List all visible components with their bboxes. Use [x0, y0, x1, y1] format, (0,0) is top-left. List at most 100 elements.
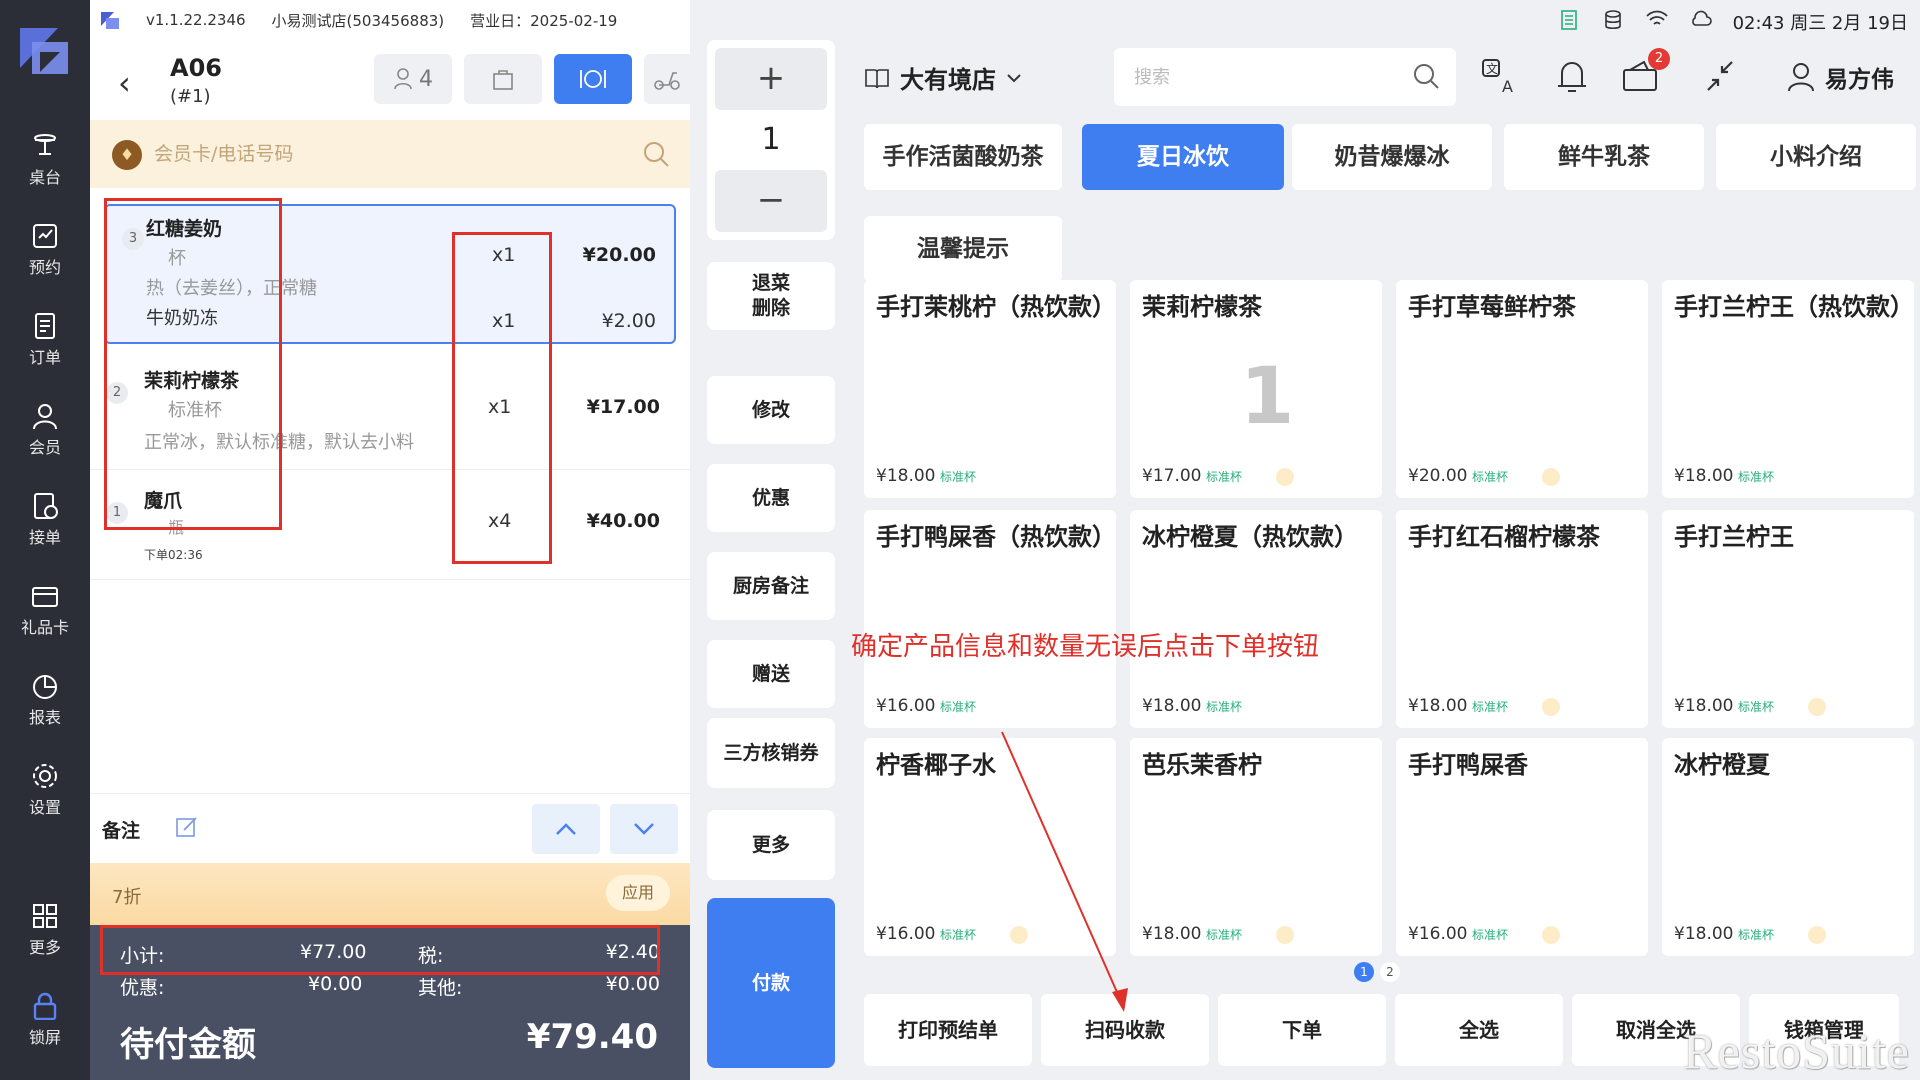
store-selector[interactable]: 大有境店: [864, 60, 1022, 95]
product-card[interactable]: 手打鸭屎香 ¥16.00 标准杯: [1396, 738, 1648, 956]
product-price: ¥16.00: [876, 924, 936, 944]
user-name: 易方伟: [1825, 67, 1894, 93]
nav-item-table[interactable]: 桌台: [0, 126, 90, 198]
category-tab[interactable]: 温馨提示: [864, 216, 1062, 282]
product-spec-tag: 标准杯: [1472, 928, 1509, 942]
guests-button[interactable]: 4: [374, 54, 452, 104]
chevron-down-icon: [634, 823, 654, 835]
sheet-icon: [1561, 10, 1577, 30]
nav-item-member[interactable]: 会员: [0, 396, 90, 468]
scroll-up-button[interactable]: [532, 804, 600, 854]
collapse-icon[interactable]: [1704, 56, 1736, 96]
category-tab[interactable]: 手作活菌酸奶茶: [864, 124, 1062, 190]
order-item[interactable]: 2 茉莉柠檬茶 标准杯 正常冰，默认标准糖，默认去小料 x1 ¥17.00: [90, 344, 690, 470]
kitchen-note-button[interactable]: 厨房备注: [707, 552, 835, 620]
qty-minus-button[interactable]: −: [715, 170, 827, 232]
takeaway-mode-button[interactable]: [464, 54, 542, 104]
place-order-button[interactable]: 下单: [1218, 994, 1386, 1066]
scroll-down-button[interactable]: [610, 804, 678, 854]
product-card[interactable]: 手打茉桃柠（热饮款） ¥18.00 标准杯: [864, 280, 1116, 498]
bell-icon[interactable]: [1554, 56, 1590, 96]
member-search-bar: ♦: [90, 120, 690, 188]
dine-in-mode-button[interactable]: [554, 54, 632, 104]
table-name: A06: [170, 54, 222, 82]
product-card[interactable]: 手打兰柠王（热饮款） ¥18.00 标准杯: [1662, 280, 1914, 498]
nav-item-gift-card[interactable]: 礼品卡: [0, 576, 90, 648]
product-card[interactable]: 手打草莓鲜柠茶 ¥20.00 标准杯: [1396, 280, 1648, 498]
addon-price: ¥2.00: [601, 310, 656, 332]
product-card[interactable]: 冰柠橙夏 ¥18.00 标准杯: [1662, 738, 1914, 956]
voucher-redeem-button[interactable]: 三方核销券: [707, 718, 835, 788]
product-card[interactable]: 手打红石榴柠檬茶 ¥18.00 标准杯: [1396, 510, 1648, 728]
product-name: 芭乐茉香柠: [1142, 751, 1262, 779]
product-card[interactable]: 冰柠橙夏（热饮款） ¥18.00 标准杯: [1130, 510, 1382, 728]
search-input[interactable]: [1134, 62, 1414, 92]
pay-button[interactable]: 付款: [707, 898, 835, 1068]
translate-icon[interactable]: 文A: [1480, 56, 1520, 96]
category-tab[interactable]: 夏日冰饮: [1082, 124, 1284, 190]
page-2[interactable]: 2: [1380, 962, 1400, 982]
page-1[interactable]: 1: [1354, 962, 1374, 982]
delivery-mode-button[interactable]: [644, 54, 690, 104]
nav-item-report[interactable]: 报表: [0, 666, 90, 738]
item-spec: 标准杯: [168, 400, 222, 421]
gift-button[interactable]: 赠送: [707, 640, 835, 708]
product-name: 手打红石榴柠檬茶: [1408, 523, 1600, 551]
user-account[interactable]: 易方伟: [1787, 60, 1894, 94]
product-spec-tag: 标准杯: [1206, 700, 1243, 714]
nav-item-order[interactable]: 订单: [0, 306, 90, 378]
product-name: 手打鸭屎香（热饮款）: [876, 523, 1116, 551]
item-options: 热（去姜丝），正常糖: [146, 278, 317, 299]
product-name: 手打草莓鲜柠茶: [1408, 293, 1576, 321]
modify-button[interactable]: 修改: [707, 376, 835, 444]
watermark: RestoSuite: [1683, 1023, 1910, 1079]
select-all-button[interactable]: 全选: [1395, 994, 1563, 1066]
annotation-arrow: [1001, 731, 1128, 1012]
category-tab[interactable]: 小料介绍: [1716, 124, 1916, 190]
order-panel: v1.1.22.2346 小易测试店(503456883) 营业日：2025-0…: [90, 0, 690, 1080]
product-card[interactable]: 手打鸭屎香（热饮款） ¥16.00 标准杯: [864, 510, 1116, 728]
promotion-button[interactable]: 优惠: [707, 464, 835, 532]
amount-due-value: ¥79.40: [526, 1017, 658, 1057]
category-tab[interactable]: 奶昔爆爆冰: [1292, 124, 1492, 190]
item-order-time: 下单02:36: [144, 548, 203, 562]
product-spec-tag: 标准杯: [1206, 928, 1243, 942]
product-card[interactable]: 茉莉柠檬茶 ¥17.00 标准杯 1: [1130, 280, 1382, 498]
product-spec-tag: 标准杯: [1472, 470, 1509, 484]
edit-icon[interactable]: [174, 814, 200, 840]
annotation-text: 确定产品信息和数量无误后点击下单按钮: [851, 632, 1320, 662]
user-icon: [1788, 63, 1814, 92]
nav-item-more-grid[interactable]: 更多: [0, 896, 90, 968]
product-price: ¥18.00: [876, 466, 936, 486]
nav-item-accept-order[interactable]: 接单: [0, 486, 90, 558]
member-input[interactable]: [154, 136, 624, 172]
nav-rail: 桌台预约订单会员接单礼品卡报表设置更多锁屏: [0, 0, 90, 1080]
tax-value: ¥2.40: [605, 941, 660, 963]
back-icon[interactable]: ‹: [118, 64, 131, 102]
product-card[interactable]: 手打兰柠王 ¥18.00 标准杯: [1662, 510, 1914, 728]
more-actions-button[interactable]: 更多: [707, 810, 835, 880]
table-header: ‹ A06 (#1) 4: [90, 40, 690, 120]
product-price: ¥18.00: [1674, 696, 1734, 716]
search-icon[interactable]: [642, 140, 670, 168]
order-item[interactable]: 3 红糖姜奶 杯 热（去姜丝），正常糖 牛奶奶冻 x1 ¥20.00 x1 ¥2…: [104, 204, 676, 344]
category-tab[interactable]: 鲜牛乳茶: [1504, 124, 1704, 190]
item-index: 1: [106, 502, 128, 524]
product-spec-tag: 标准杯: [1738, 470, 1775, 484]
product-cart-count: 1: [1240, 352, 1295, 442]
nav-item-settings[interactable]: 设置: [0, 756, 90, 828]
order-item[interactable]: 1 魔爪 瓶 下单02:36 x4 ¥40.00: [90, 470, 690, 580]
qty-plus-button[interactable]: +: [715, 48, 827, 110]
search-icon[interactable]: [1412, 62, 1440, 90]
void-delete-button[interactable]: 退菜 删除: [707, 262, 835, 330]
remark-label: 备注: [102, 820, 141, 842]
action-column: + 1 − 退菜 删除 修改 优惠 厨房备注 赠送 三方核销券 更多 付款: [690, 0, 850, 1080]
stack-icon: [1276, 926, 1294, 944]
notifications-button[interactable]: 2: [1620, 48, 1670, 96]
nav-item-reservation[interactable]: 预约: [0, 216, 90, 288]
nav-item-lock[interactable]: 锁屏: [0, 986, 90, 1058]
product-price: ¥17.00: [1142, 466, 1202, 486]
apply-discount-button[interactable]: 应用: [606, 875, 670, 911]
item-qty: x4: [488, 510, 512, 532]
product-card[interactable]: 芭乐茉香柠 ¥18.00 标准杯: [1130, 738, 1382, 956]
